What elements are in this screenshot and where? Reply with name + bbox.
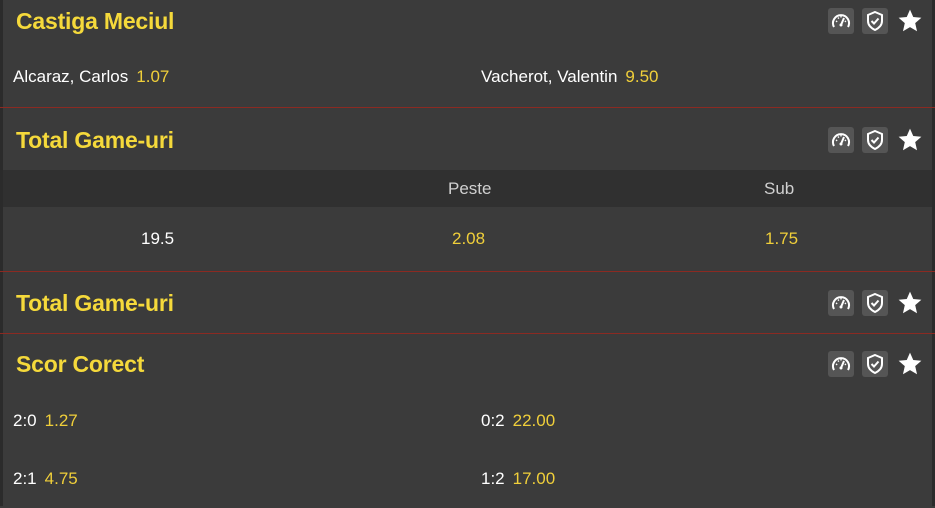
star-icon[interactable] xyxy=(896,126,924,154)
star-icon[interactable] xyxy=(896,7,924,35)
market-total-game-uri-collapsed: Total Game-uri xyxy=(0,272,935,333)
market-castiga-meciul: Castiga Meciul Alcaraz, Carlos 1.07 Vache… xyxy=(0,0,935,107)
odd-value: 4.75 xyxy=(44,469,78,488)
column-headers: Peste Sub xyxy=(3,170,932,207)
column-header-under: Sub xyxy=(764,179,795,198)
shield-check-icon[interactable] xyxy=(862,127,888,153)
over-odd[interactable]: 2.08 xyxy=(452,207,485,271)
odd-value: 17.00 xyxy=(512,469,556,488)
speedometer-icon[interactable] xyxy=(828,351,854,377)
shield-check-icon[interactable] xyxy=(862,8,888,34)
market-actions xyxy=(828,7,924,35)
selection-left[interactable]: 2:1 4.75 xyxy=(13,450,78,508)
market-actions xyxy=(828,126,924,154)
odd-value: 9.50 xyxy=(625,67,659,86)
speedometer-icon[interactable] xyxy=(828,8,854,34)
market-header[interactable]: Castiga Meciul xyxy=(3,0,932,48)
market-header[interactable]: Total Game-uri xyxy=(3,108,932,170)
shield-check-icon[interactable] xyxy=(862,290,888,316)
selection-row: 19.5 2.08 1.75 xyxy=(3,207,932,271)
market-header[interactable]: Scor Corect xyxy=(3,334,932,392)
speedometer-icon[interactable] xyxy=(828,290,854,316)
score-label: 0:2 xyxy=(481,411,505,430)
market-actions xyxy=(828,289,924,317)
market-title: Total Game-uri xyxy=(16,127,174,153)
score-label: 2:0 xyxy=(13,411,37,430)
player-name: Vacherot, Valentin xyxy=(481,67,618,86)
player-name: Alcaraz, Carlos xyxy=(13,67,129,86)
selection-right[interactable]: 1:2 17.00 xyxy=(481,450,555,508)
score-row: 2:1 4.75 1:2 17.00 xyxy=(3,450,932,508)
line-value: 19.5 xyxy=(141,229,175,248)
column-header-over: Peste xyxy=(448,179,492,198)
score-row: 2:0 1.27 0:2 22.00 xyxy=(3,392,932,450)
selection-away[interactable]: Vacherot, Valentin 9.50 xyxy=(481,48,659,106)
speedometer-icon[interactable] xyxy=(828,127,854,153)
market-title: Castiga Meciul xyxy=(16,8,175,34)
market-scor-corect: Scor Corect 2:0 1.27 0:2 22.00 2:1 4.75 1:2… xyxy=(0,334,935,506)
score-label: 2:1 xyxy=(13,469,37,488)
star-icon[interactable] xyxy=(896,350,924,378)
market-title: Total Game-uri xyxy=(16,290,174,316)
odd-value: 22.00 xyxy=(512,411,556,430)
selection-right[interactable]: 0:2 22.00 xyxy=(481,392,555,450)
shield-check-icon[interactable] xyxy=(862,351,888,377)
market-total-game-uri: Total Game-uri Peste Sub 19.5 2.08 1.75 xyxy=(0,108,935,271)
market-header[interactable]: Total Game-uri xyxy=(3,272,932,333)
selection-home[interactable]: Alcaraz, Carlos 1.07 xyxy=(13,48,169,106)
odd-value: 1.27 xyxy=(44,411,78,430)
odd-value: 1.07 xyxy=(136,67,170,86)
star-icon[interactable] xyxy=(896,289,924,317)
market-actions xyxy=(828,350,924,378)
selection-row: Alcaraz, Carlos 1.07 Vacherot, Valentin 9.… xyxy=(3,48,932,106)
market-title: Scor Corect xyxy=(16,351,145,377)
under-odd[interactable]: 1.75 xyxy=(765,207,798,271)
score-label: 1:2 xyxy=(481,469,505,488)
selection-left[interactable]: 2:0 1.27 xyxy=(13,392,78,450)
